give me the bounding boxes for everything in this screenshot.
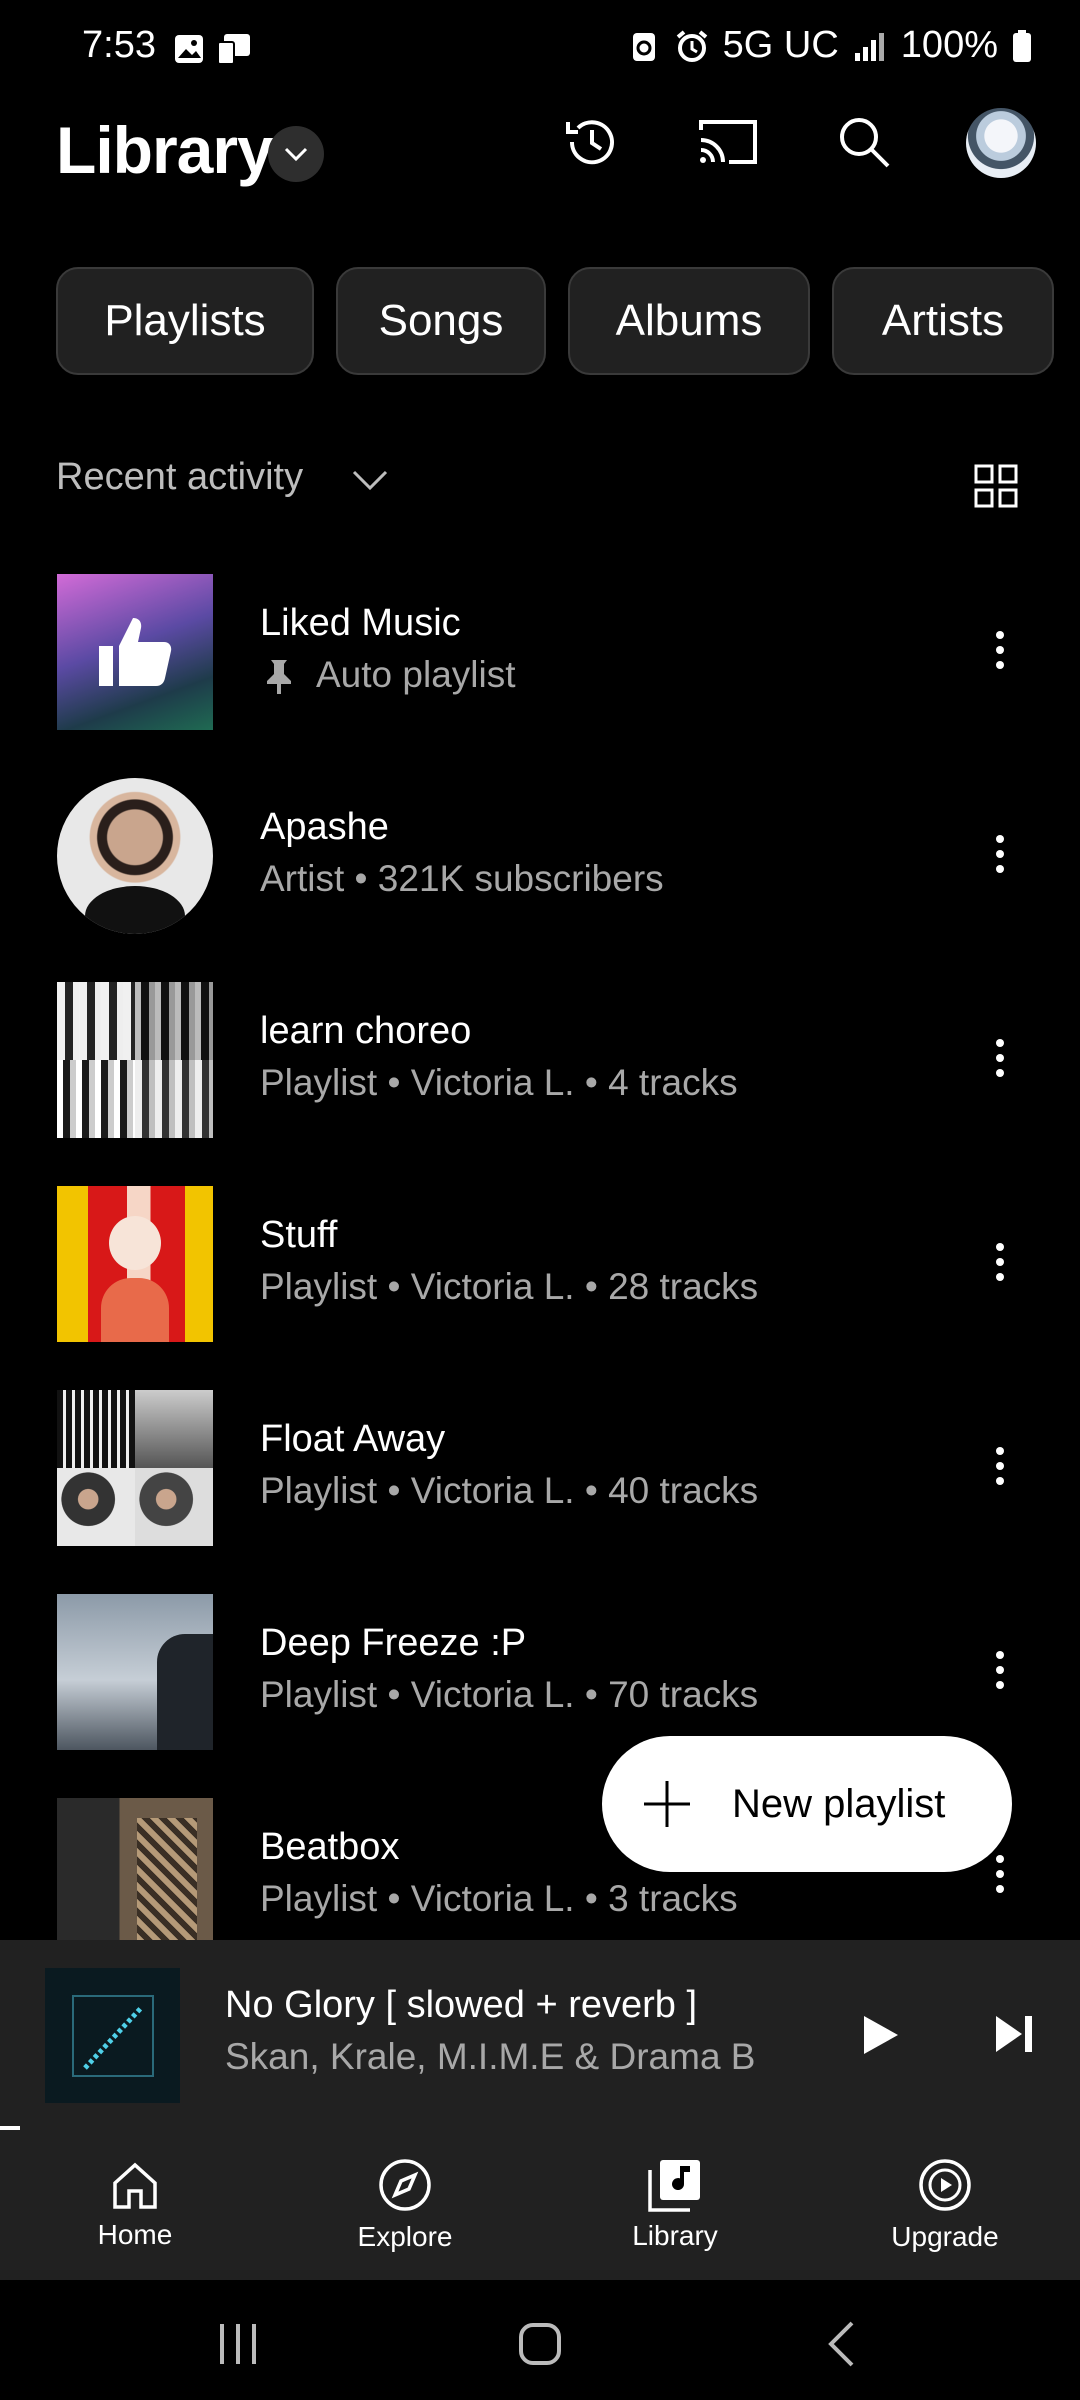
account-avatar[interactable]	[966, 108, 1036, 178]
chip-albums[interactable]: Albums	[568, 267, 810, 375]
more-options-button[interactable]	[980, 620, 1020, 680]
signal-icon	[854, 32, 884, 61]
item-title: Apashe	[260, 806, 389, 848]
list-item[interactable]: Stuff Playlist • Victoria L. • 28 tracks	[0, 1160, 1080, 1364]
search-icon	[840, 118, 890, 168]
now-playing-artwork	[45, 1968, 180, 2103]
item-subtitle: Auto playlist	[316, 654, 516, 695]
playlist-thumbnail	[57, 1798, 213, 1940]
artwork-graphic	[72, 1995, 154, 2077]
history-button[interactable]	[558, 108, 626, 176]
more-options-button[interactable]	[980, 1640, 1020, 1700]
item-title: Liked Music	[260, 602, 461, 644]
plus-icon	[644, 1781, 690, 1827]
nav-home-label: Home	[97, 2219, 173, 2250]
item-title: Stuff	[260, 1214, 338, 1256]
battery-icon	[1013, 29, 1031, 62]
playlist-thumbnail	[57, 1390, 213, 1546]
chip-artists[interactable]: Artists	[832, 267, 1054, 375]
liked-music-thumbnail	[57, 574, 213, 730]
compass-icon	[379, 2159, 431, 2211]
playlist-thumbnail	[57, 1186, 213, 1342]
recycle-icon	[632, 32, 655, 61]
search-button[interactable]	[830, 108, 898, 176]
play-icon[interactable]	[862, 2014, 900, 2056]
thumbs-up-icon	[99, 618, 172, 686]
item-subtitle: Playlist • Victoria L. • 28 tracks	[260, 1266, 759, 1307]
new-playlist-button[interactable]: New playlist	[602, 1736, 1012, 1872]
item-subtitle: Artist • 321K subscribers	[260, 858, 664, 899]
network-label: 5G UC	[722, 24, 839, 66]
list-item[interactable]: Float Away Playlist • Victoria L. • 40 t…	[0, 1364, 1080, 1568]
item-subtitle: Playlist • Victoria L. • 70 tracks	[260, 1674, 759, 1715]
playlist-thumbnail	[57, 982, 213, 1138]
item-title: learn choreo	[260, 1010, 472, 1052]
battery-label: 100%	[900, 24, 998, 66]
library-music-icon	[648, 2160, 700, 2212]
nav-home[interactable]: Home	[35, 2130, 235, 2280]
nav-explore[interactable]: Explore	[305, 2130, 505, 2280]
now-playing-title: No Glory [ slowed + reverb ]	[225, 1984, 698, 2026]
now-playing-artist: Skan, Krale, M.I.M.E & Drama B	[225, 2036, 756, 2077]
chevron-down-icon	[284, 147, 308, 162]
cast-icon	[699, 120, 757, 164]
item-title: Deep Freeze :P	[260, 1622, 527, 1664]
home-icon	[113, 2162, 157, 2209]
item-title: Beatbox	[260, 1826, 400, 1868]
chip-songs[interactable]: Songs	[336, 267, 546, 375]
nav-library-label: Library	[632, 2220, 718, 2251]
cast-button[interactable]	[694, 108, 762, 176]
chip-playlists[interactable]: Playlists	[56, 267, 314, 375]
list-item[interactable]: Liked Music Auto playlist	[0, 548, 1080, 752]
more-options-button[interactable]	[980, 1028, 1020, 1088]
list-item[interactable]: Apashe Artist • 321K subscribers	[0, 752, 1080, 956]
artist-avatar	[57, 778, 213, 934]
item-subtitle: Playlist • Victoria L. • 4 tracks	[260, 1062, 738, 1103]
alarm-icon	[676, 29, 707, 62]
home-system-icon[interactable]	[518, 2322, 562, 2366]
nav-upgrade[interactable]: Upgrade	[845, 2130, 1045, 2280]
library-dropdown-button[interactable]	[268, 126, 324, 182]
playlist-thumbnail	[57, 1594, 213, 1750]
bottom-nav: Home Explore Library Upgrade	[0, 2130, 1080, 2280]
item-title: Float Away	[260, 1418, 446, 1460]
skip-next-icon[interactable]	[994, 2014, 1034, 2054]
list-item[interactable]: learn choreo Playlist • Victoria L. • 4 …	[0, 956, 1080, 1160]
status-right: 5G UC 100%	[627, 24, 1032, 67]
more-options-button[interactable]	[980, 1436, 1020, 1496]
history-icon	[566, 120, 614, 165]
upgrade-play-icon	[919, 2159, 971, 2211]
gallery-notification-icon	[175, 35, 203, 63]
more-options-button[interactable]	[980, 1232, 1020, 1292]
nav-upgrade-label: Upgrade	[891, 2221, 999, 2252]
recent-apps-icon[interactable]	[216, 2322, 260, 2366]
mini-player[interactable]: No Glory [ slowed + reverb ] Skan, Krale…	[0, 1940, 1080, 2130]
app-notification-icon	[217, 34, 250, 65]
back-icon[interactable]	[826, 2320, 856, 2368]
item-subtitle: Playlist • Victoria L. • 3 tracks	[260, 1878, 738, 1919]
status-bar: 7:53 5G UC 100%	[0, 0, 1080, 96]
more-options-button[interactable]	[980, 824, 1020, 884]
grid-view-icon[interactable]	[974, 464, 1018, 508]
nav-library[interactable]: Library	[575, 2130, 775, 2280]
new-playlist-label: New playlist	[732, 1781, 946, 1826]
status-time: 7:53	[82, 24, 156, 66]
page-title: Library	[56, 113, 274, 187]
item-subtitle: Playlist • Victoria L. • 40 tracks	[260, 1470, 759, 1511]
nav-explore-label: Explore	[357, 2221, 453, 2252]
sort-dropdown-label[interactable]: Recent activity	[56, 456, 303, 499]
system-nav-bar	[0, 2280, 1080, 2400]
pin-icon	[267, 660, 291, 694]
chevron-down-icon[interactable]	[350, 468, 390, 492]
